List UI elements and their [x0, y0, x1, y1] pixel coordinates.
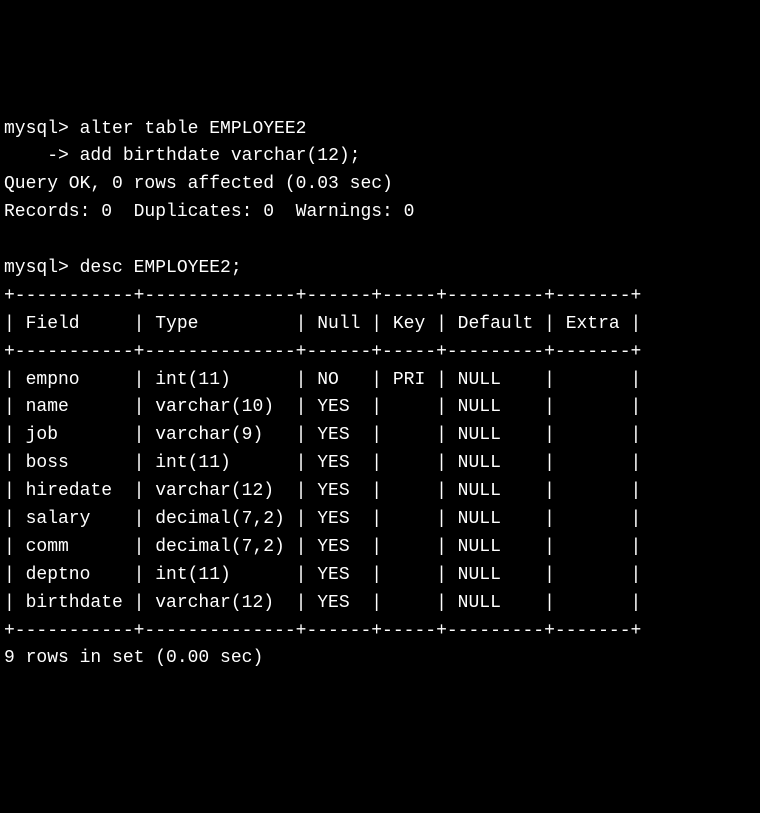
prompt: mysql> — [4, 258, 80, 278]
prompt-cont: -> — [4, 146, 80, 166]
sql-command-part1: alter table EMPLOYEE2 — [80, 119, 307, 139]
sql-command-part2: add birthdate varchar(12); — [80, 146, 361, 166]
result-line-2: Records: 0 Duplicates: 0 Warnings: 0 — [4, 199, 756, 227]
table-row: | hiredate | varchar(12) | YES | | NULL … — [4, 478, 756, 506]
prompt: mysql> — [4, 119, 80, 139]
table-row: | salary | decimal(7,2) | YES | | NULL |… — [4, 506, 756, 534]
blank-line — [4, 227, 756, 255]
sql-command-desc: desc EMPLOYEE2; — [80, 258, 242, 278]
table-row: | comm | decimal(7,2) | YES | | NULL | | — [4, 534, 756, 562]
table-row: | boss | int(11) | YES | | NULL | | — [4, 450, 756, 478]
table-border-bot: +-----------+--------------+------+-----… — [4, 618, 756, 646]
table-footer: 9 rows in set (0.00 sec) — [4, 645, 756, 673]
cmd-line-2: -> add birthdate varchar(12); — [4, 143, 756, 171]
cmd-line-3: mysql> desc EMPLOYEE2; — [4, 255, 756, 283]
table-row: | name | varchar(10) | YES | | NULL | | — [4, 394, 756, 422]
table-border-top: +-----------+--------------+------+-----… — [4, 283, 756, 311]
table-row: | empno | int(11) | NO | PRI | NULL | | — [4, 367, 756, 395]
table-border-mid: +-----------+--------------+------+-----… — [4, 339, 756, 367]
result-line-1: Query OK, 0 rows affected (0.03 sec) — [4, 171, 756, 199]
table-row: | deptno | int(11) | YES | | NULL | | — [4, 562, 756, 590]
table-header: | Field | Type | Null | Key | Default | … — [4, 311, 756, 339]
table-row: | birthdate | varchar(12) | YES | | NULL… — [4, 590, 756, 618]
cmd-line-1: mysql> alter table EMPLOYEE2 — [4, 116, 756, 144]
table-row: | job | varchar(9) | YES | | NULL | | — [4, 422, 756, 450]
